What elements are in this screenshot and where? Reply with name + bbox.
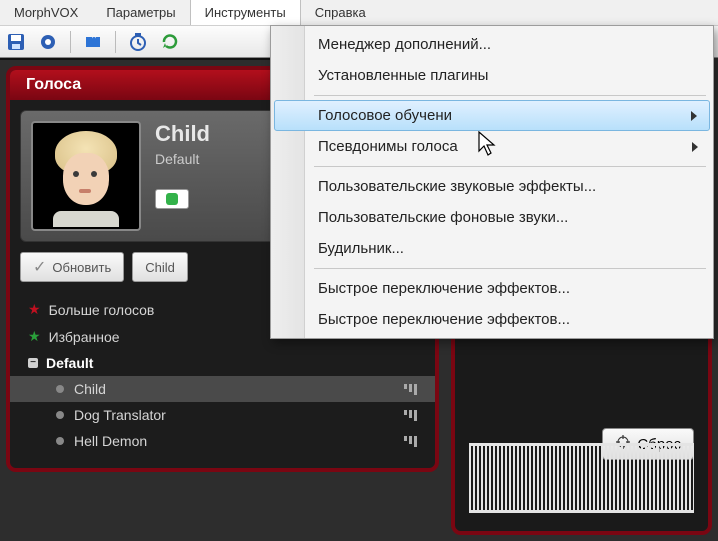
tree-group-default[interactable]: − Default (10, 350, 435, 376)
dropdown-separator (314, 166, 706, 167)
menu-voice-aliases[interactable]: Псевдонимы голоса (274, 131, 710, 162)
collapse-icon[interactable]: − (28, 358, 38, 368)
tools-dropdown: Менеджер дополнений... Установленные пла… (270, 25, 714, 339)
menu-quick-switch-2[interactable]: Быстрое переключение эффектов... (274, 304, 710, 335)
menu-parameters[interactable]: Параметры (92, 0, 189, 25)
tree-label: Избранное (49, 329, 120, 345)
signal-icon (404, 410, 417, 421)
menu-alarm[interactable]: Будильник... (274, 233, 710, 264)
submenu-arrow-icon (691, 111, 697, 121)
check-icon: ✓ (33, 257, 46, 277)
menu-addon-manager[interactable]: Менеджер дополнений... (274, 29, 710, 60)
tree-item-child[interactable]: Child (10, 376, 435, 402)
menu-tools[interactable]: Инструменты (190, 0, 301, 25)
update-button[interactable]: ✓ Обновить (20, 252, 124, 282)
tree-item-label: Dog Translator (74, 407, 166, 423)
avatar (31, 121, 141, 231)
bullet-icon (56, 385, 64, 393)
clock-icon[interactable] (126, 30, 150, 54)
star-icon: ★ (28, 328, 41, 345)
update-button-label: Обновить (52, 260, 111, 275)
tree-item-label: Child (74, 381, 106, 397)
menu-bar: MorphVOX Параметры Инструменты Справка (0, 0, 718, 26)
menu-voice-training[interactable]: Голосовое обучени (274, 100, 710, 131)
tree-label: Default (46, 355, 93, 371)
voice-child-button[interactable]: Child (132, 252, 188, 282)
tree-item-hell[interactable]: Hell Demon (10, 428, 435, 454)
star-icon: ★ (28, 301, 41, 318)
save-icon[interactable] (4, 30, 28, 54)
equalizer-display (469, 443, 694, 513)
submenu-arrow-icon (692, 142, 698, 152)
menu-help[interactable]: Справка (301, 0, 380, 25)
status-icon (166, 193, 178, 205)
voice-child-button-label: Child (145, 260, 175, 275)
tree-item-label: Hell Demon (74, 433, 147, 449)
dropdown-separator (314, 95, 706, 96)
loop-icon[interactable] (158, 30, 182, 54)
signal-icon (404, 384, 417, 395)
puzzle-icon[interactable] (81, 30, 105, 54)
dropdown-separator (314, 268, 706, 269)
menu-item-label: Псевдонимы голоса (318, 138, 458, 155)
menu-custom-sfx[interactable]: Пользовательские звуковые эффекты... (274, 171, 710, 202)
tree-item-dog[interactable]: Dog Translator (10, 402, 435, 428)
menu-installed-plugins[interactable]: Установленные плагины (274, 60, 710, 91)
menu-item-label: Голосовое обучени (318, 107, 452, 124)
menu-custom-bg-sounds[interactable]: Пользовательские фоновые звуки... (274, 202, 710, 233)
gear-icon[interactable] (36, 30, 60, 54)
toolbar-separator (115, 31, 116, 53)
status-pill[interactable] (155, 189, 189, 209)
bullet-icon (56, 411, 64, 419)
toolbar-separator (70, 31, 71, 53)
tree-label: Больше голосов (49, 302, 155, 318)
menu-morphvox[interactable]: MorphVOX (0, 0, 92, 25)
signal-icon (404, 436, 417, 447)
menu-quick-switch-1[interactable]: Быстрое переключение эффектов... (274, 273, 710, 304)
bullet-icon (56, 437, 64, 445)
